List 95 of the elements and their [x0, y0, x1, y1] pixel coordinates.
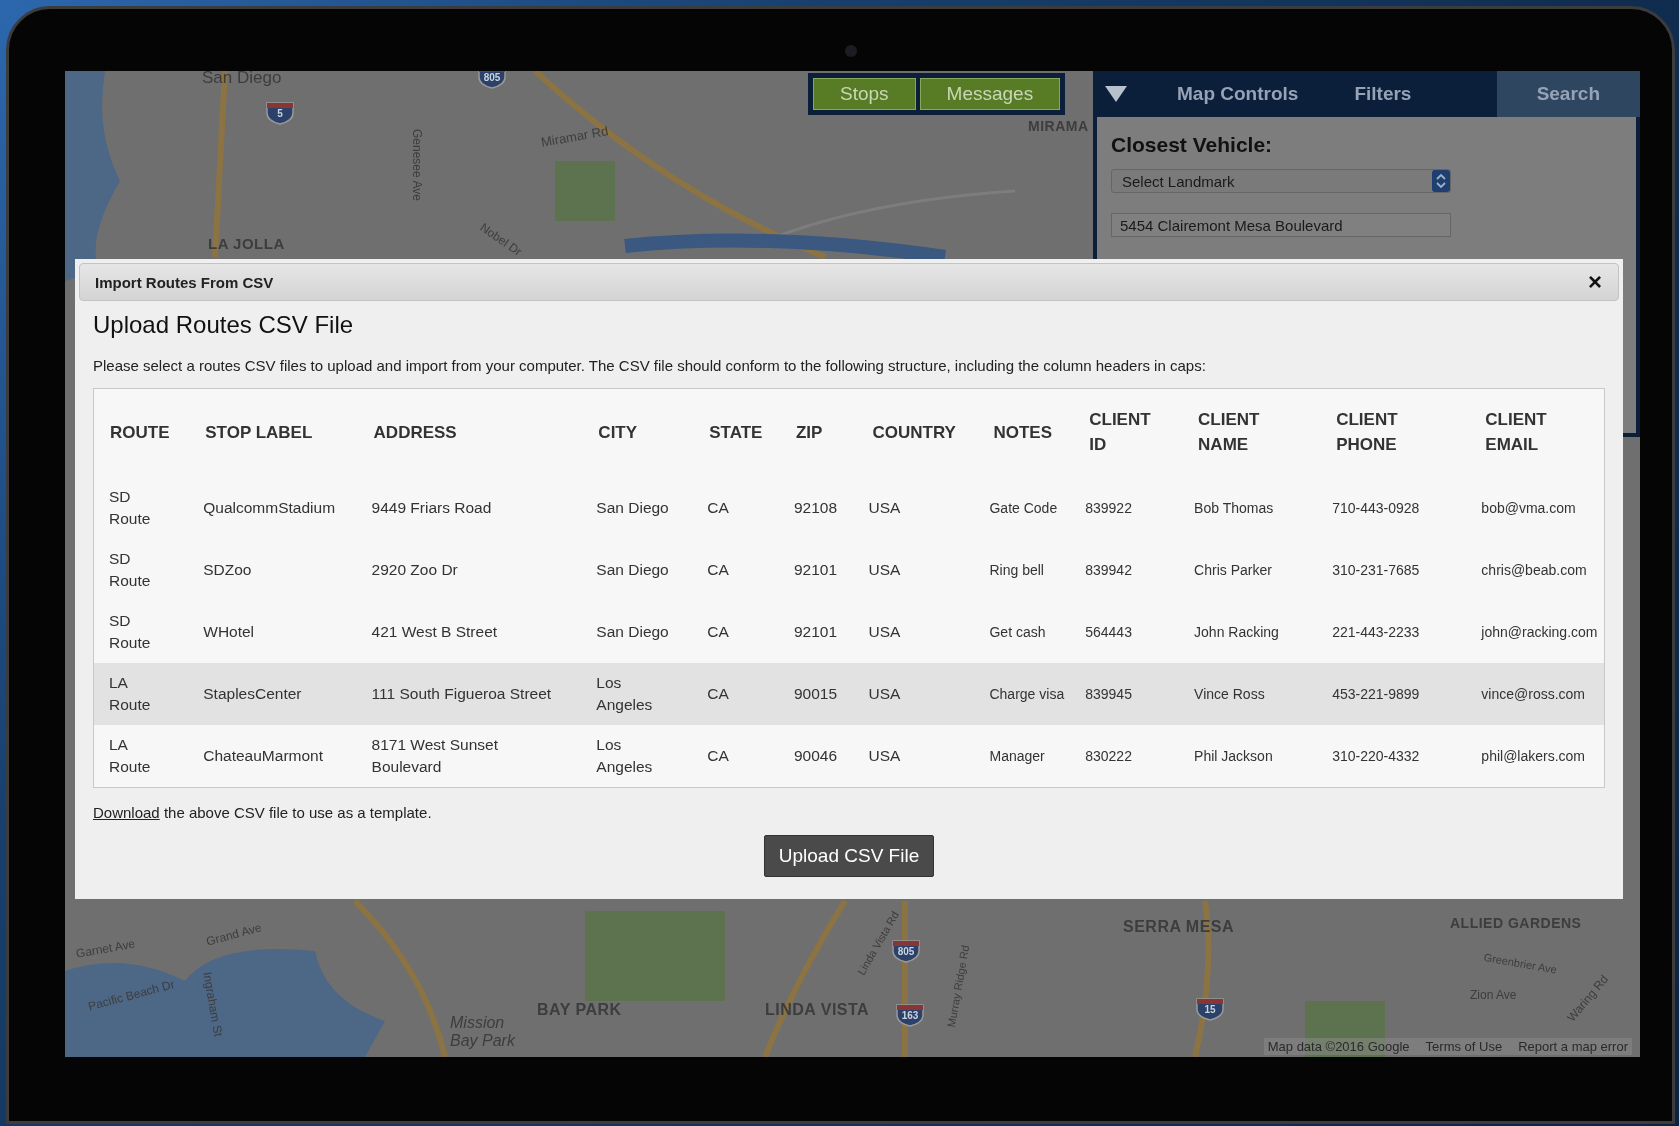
camera-dot [845, 45, 857, 57]
dialog-title: Import Routes From CSV [95, 273, 274, 291]
table-cell: 92101 [779, 601, 857, 663]
table-cell: 830222 [1073, 725, 1183, 788]
column-header: CLIENT PHONE [1320, 388, 1470, 477]
table-cell: 839945 [1073, 663, 1183, 725]
table-cell: Charge visa [977, 663, 1074, 725]
instructions-text: Please select a routes CSV files to upload and import from your computer. The CSV file should conform to the following structure, including the column headers in caps: [93, 357, 1207, 374]
column-header: STOP LABEL [189, 388, 358, 477]
table-cell: CA [693, 601, 780, 663]
landmark-select[interactable]: Select Landmark [1111, 169, 1451, 193]
map-label: Ingraham St [200, 971, 225, 1038]
table-cell: QualcommStadium [189, 477, 358, 539]
panel-tab[interactable]: Map Controls [1149, 71, 1327, 117]
table-cell: 90015 [779, 663, 857, 725]
column-header: ROUTE [93, 388, 190, 477]
table-cell: Manager [977, 725, 1074, 788]
table-cell: Bob Thomas [1182, 477, 1321, 539]
column-header: STATE [693, 388, 780, 477]
table-cell: 221-443-2233 [1320, 601, 1470, 663]
table-cell: bob@vma.com [1469, 477, 1605, 539]
table-cell: Gate Code [977, 477, 1074, 539]
column-header: ADDRESS [357, 388, 583, 477]
table-cell: Chris Parker [1182, 539, 1321, 601]
download-link[interactable]: Download [93, 804, 160, 821]
table-cell: chris@beab.com [1469, 539, 1605, 601]
map-label: Pacific Beach Dr [87, 978, 177, 1014]
table-cell: 421 West B Street [357, 601, 583, 663]
table-cell: Vince Ross [1182, 663, 1321, 725]
panel-heading: Closest Vehicle: [1111, 133, 1274, 157]
table-cell: USA [856, 601, 978, 663]
table-cell: 111 South Figueroa Street [357, 663, 583, 725]
attribution-link[interactable]: Map data ©2016 Google [1267, 1039, 1410, 1054]
table-cell: 310-220-4332 [1320, 725, 1470, 788]
table-cell: 2920 Zoo Dr [357, 539, 583, 601]
column-header: CLIENT NAME [1182, 388, 1321, 477]
table-cell: USA [856, 663, 978, 725]
table-cell: CA [693, 663, 780, 725]
table-cell: 92101 [779, 539, 857, 601]
table-cell: CA [693, 477, 780, 539]
table-cell: USA [856, 477, 978, 539]
column-header: CLIENT EMAIL [1469, 388, 1605, 477]
table-cell: 710-443-0928 [1320, 477, 1470, 539]
address-field[interactable]: 5454 Clairemont Mesa Boulevard [1111, 213, 1451, 237]
map-tab-button[interactable]: Messages [919, 78, 1061, 110]
table-cell: 90046 [779, 725, 857, 788]
table-cell: WHotel [189, 601, 358, 663]
table-cell: LA Route [93, 663, 190, 725]
table-cell: LA Route [93, 725, 190, 788]
table-cell: 564443 [1073, 601, 1183, 663]
column-header: NOTES [977, 388, 1074, 477]
table-cell: john@racking.com [1469, 601, 1605, 663]
table-cell: Ring bell [977, 539, 1074, 601]
upload-csv-button[interactable]: Upload CSV File [763, 835, 935, 877]
column-header: CITY [582, 388, 694, 477]
table-cell: SD Route [93, 477, 190, 539]
table-cell: San Diego [582, 477, 694, 539]
table-cell: ChateauMarmont [189, 725, 358, 788]
table-cell: SD Route [93, 539, 190, 601]
table-cell: USA [856, 539, 978, 601]
table-cell: 839942 [1073, 539, 1183, 601]
table-cell: 9449 Friars Road [357, 477, 583, 539]
table-cell: phil@lakers.com [1469, 725, 1605, 788]
panel-tab[interactable]: Search [1496, 71, 1640, 117]
table-cell: Los Angeles [582, 725, 694, 788]
table-cell: Los Angeles [582, 663, 694, 725]
table-cell: USA [856, 725, 978, 788]
table-cell: SDZoo [189, 539, 358, 601]
collapse-triangle-icon[interactable] [1105, 86, 1127, 102]
table-cell: 453-221-9899 [1320, 663, 1470, 725]
table-cell: Phil Jackson [1182, 725, 1321, 788]
attribution-link[interactable]: Terms of Use [1425, 1039, 1503, 1054]
table-cell: Get cash [977, 601, 1074, 663]
column-header: CLIENT ID [1073, 388, 1183, 477]
table-cell: 310-231-7685 [1320, 539, 1470, 601]
close-button[interactable]: × [1584, 270, 1606, 294]
table-cell: vince@ross.com [1469, 663, 1605, 725]
column-header: ZIP [779, 388, 857, 477]
table-cell: CA [693, 725, 780, 788]
attribution-link[interactable]: Report a map error [1518, 1039, 1628, 1054]
table-cell: 92108 [779, 477, 857, 539]
table-cell: 839922 [1073, 477, 1183, 539]
table-cell: John Racking [1182, 601, 1321, 663]
column-header: COUNTRY [856, 388, 978, 477]
map-tab-button[interactable]: Stops [813, 78, 916, 110]
table-cell: StaplesCenter [189, 663, 358, 725]
template-note: Download the above CSV file to use as a template. [93, 804, 433, 821]
table-cell: San Diego [582, 601, 694, 663]
chevron-icon [1432, 170, 1450, 192]
table-cell: SD Route [93, 601, 190, 663]
table-cell: San Diego [582, 539, 694, 601]
panel-tab[interactable]: Filters [1326, 71, 1440, 117]
dialog-heading: Upload Routes CSV File [93, 311, 355, 339]
table-cell: 8171 West Sunset Boulevard [357, 725, 583, 788]
table-cell: CA [693, 539, 780, 601]
